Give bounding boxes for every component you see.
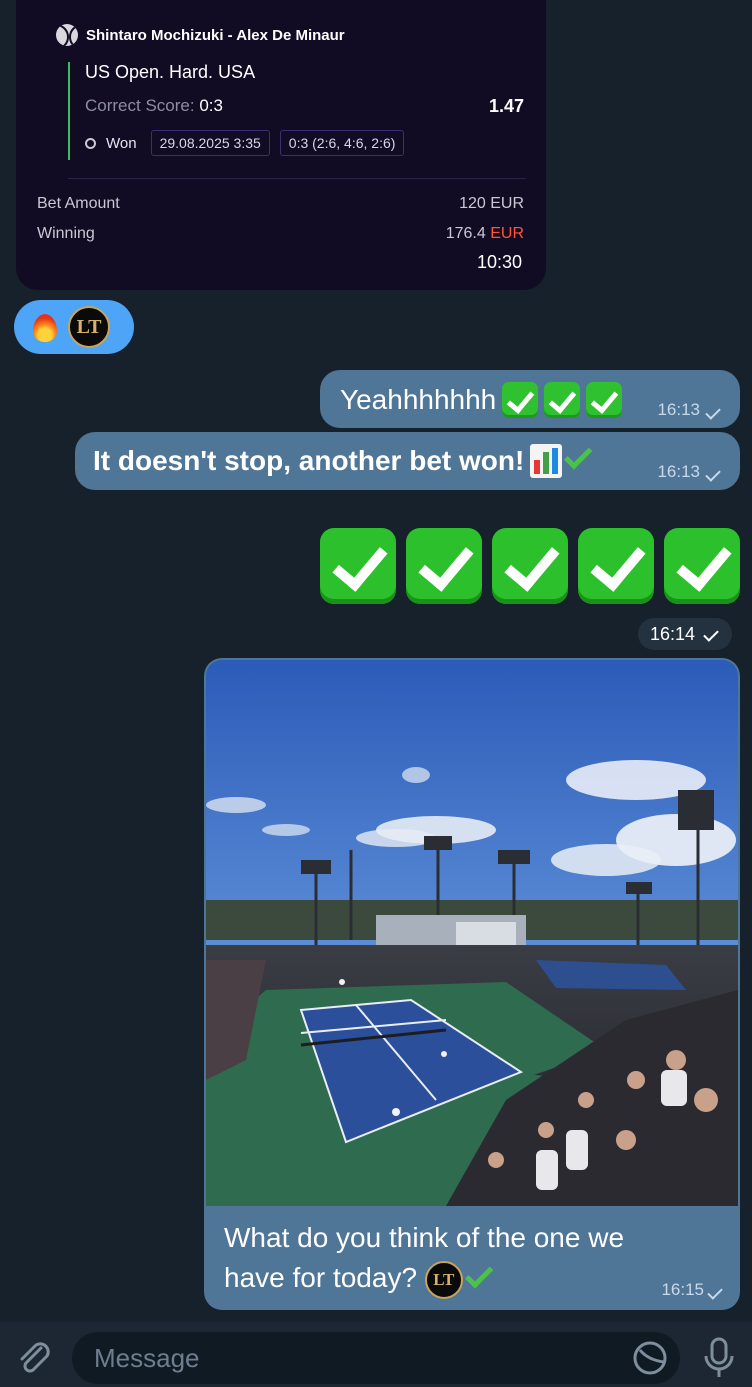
message-bubble[interactable]: It doesn't stop, another bet won! 16:13	[75, 432, 740, 490]
lt-avatar: LT	[424, 1260, 463, 1299]
divider	[68, 178, 526, 179]
status-dot-icon	[85, 137, 96, 149]
photo-message[interactable]: What do you think of the one we have for…	[204, 658, 740, 1310]
check-mark-icon	[578, 528, 654, 604]
date-chip: 29.08.2025 3:35	[150, 130, 270, 156]
message-input[interactable]	[72, 1332, 680, 1384]
match-header: Shintaro Mochizuki - Alex De Minaur	[56, 24, 345, 46]
tennis-stadium-photo[interactable]	[206, 660, 738, 1206]
lt-avatar: LT	[68, 306, 110, 348]
status-row: Won 29.08.2025 3:35 0:3 (2:6, 4:6, 2:6)	[85, 130, 405, 156]
checks-time-text: 16:14	[650, 623, 696, 644]
reaction-pill[interactable]: LT	[14, 300, 134, 354]
message-text: Yeahhhhhhh	[340, 384, 497, 415]
bet-amount-label: Bet Amount	[37, 195, 120, 212]
read-check-icon	[707, 1284, 723, 1300]
read-check-icon	[703, 626, 719, 642]
tick-icon	[564, 441, 593, 470]
check-mark-icon	[544, 382, 581, 418]
winning-currency: EUR	[490, 225, 524, 242]
sticker-icon[interactable]	[632, 1340, 668, 1376]
winning-value: 176.4 EUR	[446, 225, 524, 243]
message-content: It doesn't stop, another bet won!	[93, 441, 594, 478]
odds: 1.47	[488, 96, 524, 116]
message-content: Yeahhhhhhh	[340, 382, 623, 418]
check-mark-icon	[502, 382, 539, 418]
check-mark-icon	[586, 382, 623, 418]
read-check-icon	[705, 466, 721, 482]
bet-card[interactable]: Shintaro Mochizuki - Alex De Minaur US O…	[16, 0, 546, 290]
check-mark-icon	[320, 528, 396, 604]
fire-icon	[32, 311, 58, 343]
microphone-icon[interactable]	[700, 1336, 738, 1380]
check-mark-icon	[492, 528, 568, 604]
tennis-ball-icon	[56, 24, 78, 46]
photo-caption: What do you think of the one we have for…	[224, 1218, 664, 1299]
winning-label: Winning	[37, 225, 95, 242]
market: Correct Score: 0:3	[85, 96, 223, 116]
message-field[interactable]	[72, 1332, 680, 1384]
market-value: 0:3	[199, 96, 223, 115]
check-mark-icon	[664, 528, 740, 604]
bet-amount-currency: EUR	[490, 195, 524, 212]
tick-icon	[464, 1259, 494, 1289]
bar-chart-icon	[530, 444, 563, 478]
message-bubble[interactable]: Yeahhhhhhh 16:13	[320, 370, 740, 428]
check-mark-icon	[406, 528, 482, 604]
status-text: Won	[106, 134, 137, 152]
status-line	[68, 62, 70, 160]
caption-emojis: LT	[424, 1259, 495, 1299]
market-label: Correct Score:	[85, 96, 195, 115]
checkmarks-message[interactable]	[320, 528, 740, 604]
tournament: US Open. Hard. USA	[85, 62, 256, 82]
message-time: 16:13	[657, 400, 700, 419]
card-time: 10:30	[476, 252, 522, 272]
match-title: Shintaro Mochizuki - Alex De Minaur	[86, 26, 345, 44]
score-chip: 0:3 (2:6, 4:6, 2:6)	[279, 130, 405, 156]
winning-number: 176.4	[445, 225, 486, 242]
bet-amount-number: 120	[459, 195, 486, 212]
message-time: 16:15	[661, 1280, 704, 1299]
checks-time: 16:14	[638, 618, 732, 650]
input-bar	[0, 1322, 752, 1387]
read-check-icon	[705, 404, 721, 420]
message-time: 16:13	[657, 462, 700, 481]
bet-amount-value: 120 EUR	[459, 195, 524, 213]
message-text: It doesn't stop, another bet won!	[93, 445, 525, 476]
paperclip-icon[interactable]	[14, 1338, 54, 1378]
